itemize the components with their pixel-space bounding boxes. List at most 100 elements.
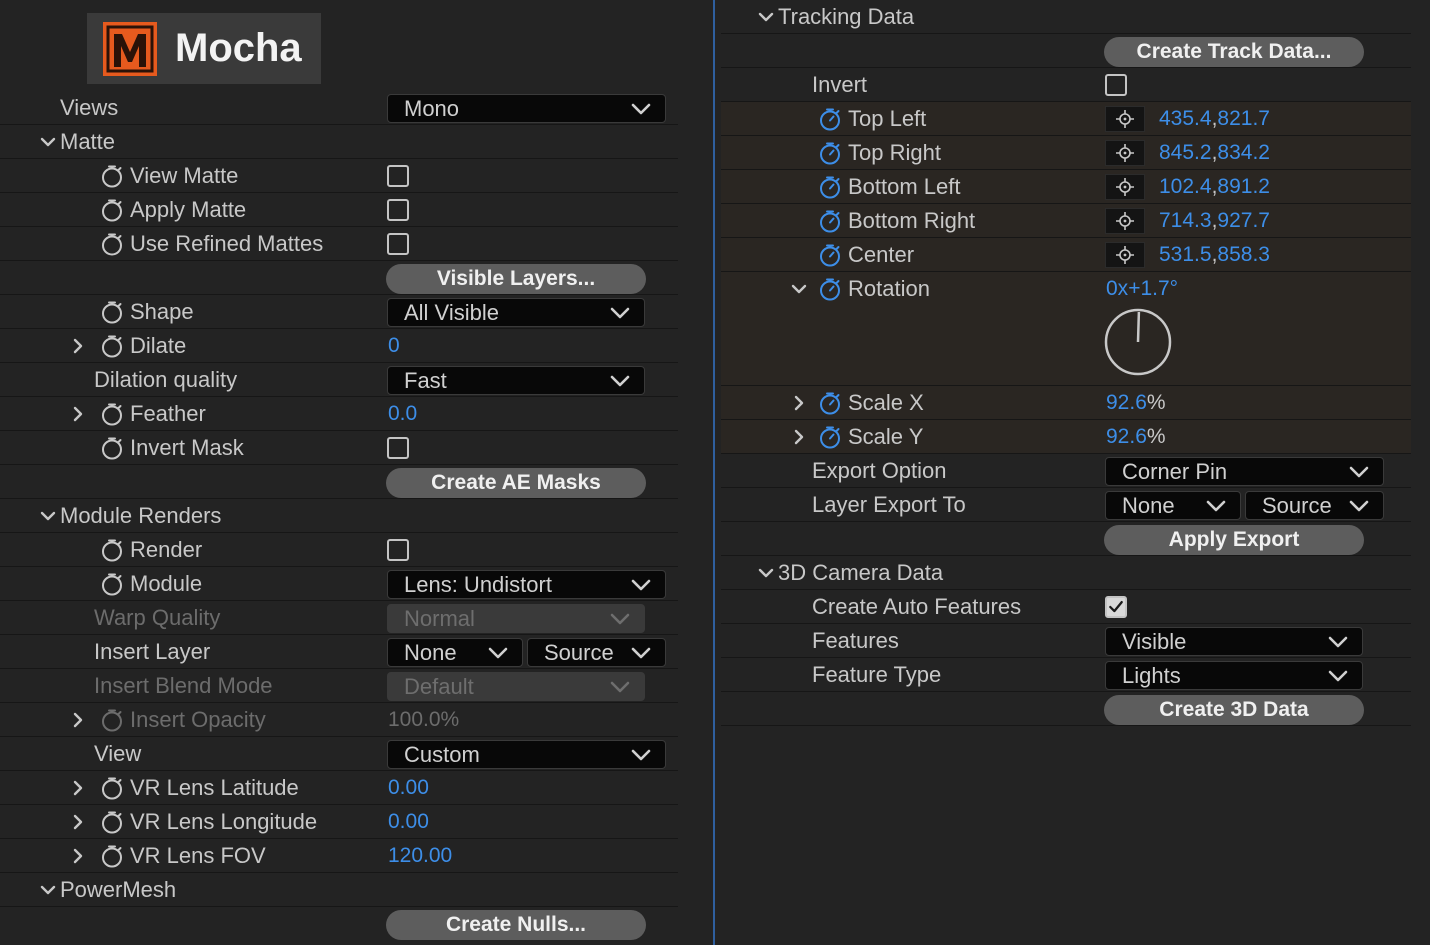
stopwatch-icon[interactable] — [100, 164, 124, 188]
vr-lens-longitude-value[interactable]: 0.00 — [388, 805, 429, 839]
stopwatch-icon[interactable] — [100, 810, 124, 834]
create-nulls-button[interactable]: Create Nulls... — [386, 910, 646, 940]
scale-y-number[interactable]: 92.6 — [1106, 425, 1147, 448]
top-right-value[interactable]: 845.2,834.2 — [1159, 136, 1270, 170]
dilate-value[interactable]: 0 — [388, 329, 400, 363]
stopwatch-icon[interactable] — [100, 436, 124, 460]
twirl-right-icon[interactable] — [70, 338, 86, 354]
create-ae-masks-button[interactable]: Create AE Masks — [386, 468, 646, 498]
rotation-revolutions[interactable]: 0x — [1106, 277, 1128, 300]
invert-checkbox[interactable] — [1105, 74, 1127, 96]
camera-data-section-header[interactable]: 3D Camera Data — [721, 556, 1411, 590]
create-3d-data-button[interactable]: Create 3D Data — [1104, 695, 1364, 725]
stopwatch-active-icon[interactable] — [818, 175, 842, 199]
insert-layer-source-dropdown[interactable]: Source — [527, 638, 666, 667]
twirl-right-icon[interactable] — [70, 848, 86, 864]
stopwatch-icon[interactable] — [100, 776, 124, 800]
powermesh-section-header[interactable]: PowerMesh — [0, 873, 678, 907]
rotation-degrees[interactable]: +1.7° — [1128, 277, 1178, 300]
stopwatch-icon[interactable] — [100, 334, 124, 358]
insert-layer-dropdown[interactable]: None — [387, 638, 523, 667]
dilation-quality-dropdown[interactable]: Fast — [387, 366, 645, 395]
scale-x-value[interactable]: 92.6% — [1106, 386, 1166, 420]
stopwatch-icon[interactable] — [100, 538, 124, 562]
crosshair-target-icon[interactable] — [1105, 242, 1145, 268]
crosshair-target-icon[interactable] — [1105, 208, 1145, 234]
apply-export-button[interactable]: Apply Export — [1104, 525, 1364, 555]
bottom-left-y[interactable]: 891.2 — [1217, 175, 1270, 198]
center-y[interactable]: 858.3 — [1217, 243, 1270, 266]
twirl-right-icon[interactable] — [70, 780, 86, 796]
bottom-left-x[interactable]: 102.4 — [1159, 175, 1212, 198]
stopwatch-icon[interactable] — [100, 572, 124, 596]
layer-export-to-dropdown[interactable]: None — [1105, 491, 1241, 520]
top-left-value[interactable]: 435.4,821.7 — [1159, 102, 1270, 136]
top-left-y[interactable]: 821.7 — [1217, 107, 1270, 130]
twirl-down-icon[interactable] — [40, 134, 56, 150]
top-right-x[interactable]: 845.2 — [1159, 141, 1212, 164]
feature-type-dropdown[interactable]: Lights — [1105, 661, 1363, 690]
stopwatch-icon[interactable] — [100, 300, 124, 324]
stopwatch-active-icon[interactable] — [818, 425, 842, 449]
create-auto-features-checkbox[interactable] — [1105, 596, 1127, 618]
feather-label: Feather — [130, 401, 206, 426]
vr-lens-latitude-value[interactable]: 0.00 — [388, 771, 429, 805]
apply-matte-checkbox[interactable] — [387, 199, 409, 221]
bottom-right-x[interactable]: 714.3 — [1159, 209, 1212, 232]
bottom-right-value[interactable]: 714.3,927.7 — [1159, 204, 1270, 238]
stopwatch-icon[interactable] — [100, 232, 124, 256]
stopwatch-active-icon[interactable] — [818, 391, 842, 415]
module-renders-section-header[interactable]: Module Renders — [0, 499, 678, 533]
stopwatch-active-icon[interactable] — [818, 209, 842, 233]
invert-mask-checkbox[interactable] — [387, 437, 409, 459]
module-dropdown[interactable]: Lens: Undistort — [387, 570, 666, 599]
stopwatch-icon[interactable] — [100, 402, 124, 426]
vr-lens-fov-value[interactable]: 120.00 — [388, 839, 452, 873]
scale-y-value[interactable]: 92.6% — [1106, 420, 1166, 454]
center-value[interactable]: 531.5,858.3 — [1159, 238, 1270, 272]
stopwatch-active-icon[interactable] — [818, 141, 842, 165]
bottom-left-value[interactable]: 102.4,891.2 — [1159, 170, 1270, 204]
chevron-down-icon — [631, 578, 651, 592]
matte-section-header[interactable]: Matte — [0, 125, 678, 159]
stopwatch-active-icon[interactable] — [818, 107, 842, 131]
crosshair-target-icon[interactable] — [1105, 106, 1145, 132]
twirl-down-icon[interactable] — [40, 882, 56, 898]
rotation-value[interactable]: 0x+1.7° — [1106, 272, 1178, 306]
stopwatch-icon[interactable] — [100, 198, 124, 222]
twirl-down-icon[interactable] — [40, 508, 56, 524]
view-dropdown[interactable]: Custom — [387, 740, 666, 769]
twirl-right-icon[interactable] — [70, 814, 86, 830]
twirl-down-icon[interactable] — [758, 9, 774, 25]
features-dropdown[interactable]: Visible — [1105, 627, 1363, 656]
render-checkbox[interactable] — [387, 539, 409, 561]
crosshair-target-icon[interactable] — [1105, 140, 1145, 166]
stopwatch-active-icon[interactable] — [818, 243, 842, 267]
tracking-data-section-header[interactable]: Tracking Data — [721, 0, 1411, 34]
stopwatch-icon[interactable] — [100, 844, 124, 868]
scale-x-number[interactable]: 92.6 — [1106, 391, 1147, 414]
center-x[interactable]: 531.5 — [1159, 243, 1212, 266]
scale-y-unit: % — [1146, 425, 1166, 448]
bottom-right-y[interactable]: 927.7 — [1217, 209, 1270, 232]
rotation-dial[interactable] — [1104, 308, 1172, 376]
use-refined-mattes-checkbox[interactable] — [387, 233, 409, 255]
twirl-right-icon[interactable] — [791, 395, 807, 411]
top-left-x[interactable]: 435.4 — [1159, 107, 1212, 130]
export-option-dropdown[interactable]: Corner Pin — [1105, 457, 1384, 486]
top-right-y[interactable]: 834.2 — [1217, 141, 1270, 164]
twirl-right-icon[interactable] — [70, 712, 86, 728]
feather-value[interactable]: 0.0 — [388, 397, 417, 431]
shape-dropdown[interactable]: All Visible — [387, 298, 645, 327]
views-dropdown[interactable]: Mono — [387, 94, 666, 123]
stopwatch-active-icon[interactable] — [818, 277, 842, 301]
crosshair-target-icon[interactable] — [1105, 174, 1145, 200]
visible-layers-button[interactable]: Visible Layers... — [386, 264, 646, 294]
layer-export-to-source-dropdown[interactable]: Source — [1245, 491, 1384, 520]
twirl-right-icon[interactable] — [70, 406, 86, 422]
view-matte-checkbox[interactable] — [387, 165, 409, 187]
twirl-down-icon[interactable] — [791, 281, 807, 297]
twirl-right-icon[interactable] — [791, 429, 807, 445]
twirl-down-icon[interactable] — [758, 565, 774, 581]
create-track-data-button[interactable]: Create Track Data... — [1104, 37, 1364, 67]
